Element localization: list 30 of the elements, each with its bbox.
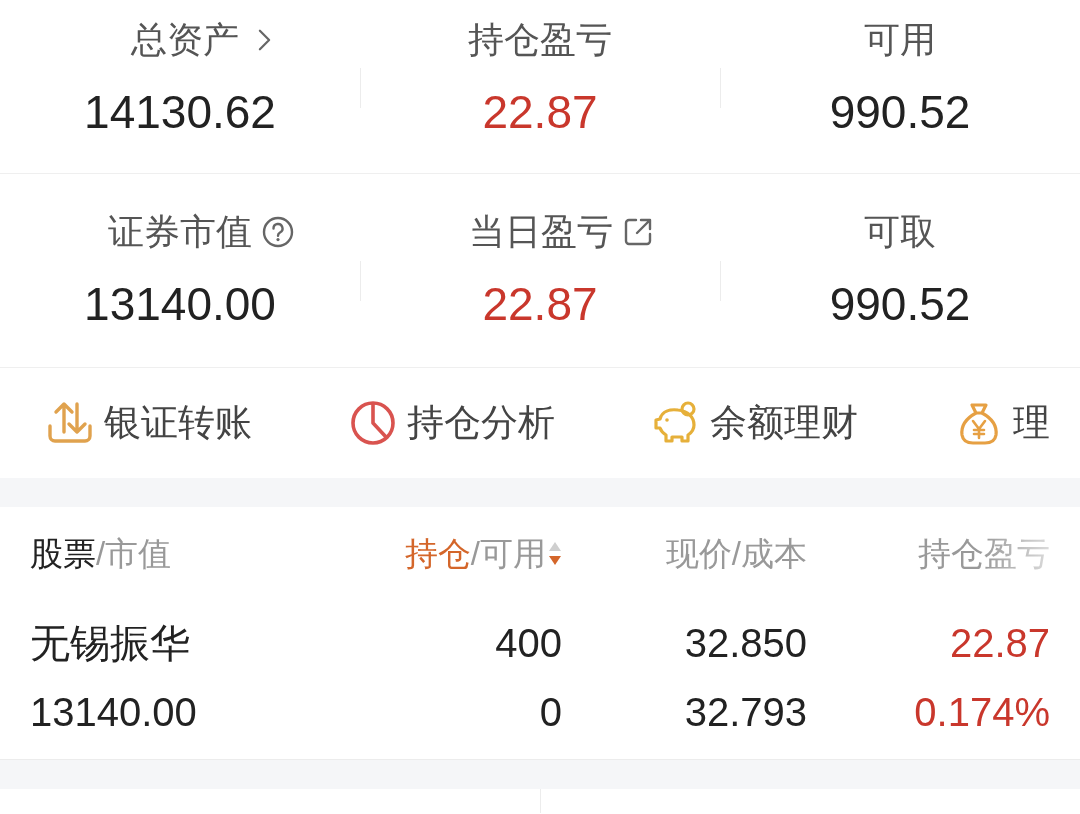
table-cell-text: 0 [539,689,562,736]
summary-label: 持仓盈亏 [468,18,612,62]
summary-label: 当日盈亏 [469,210,613,254]
quick-action-button[interactable]: 理 [955,398,1050,448]
table-cell-text: 32.850 [684,620,807,667]
table-cell-text: 13140.00 [30,689,197,736]
summary-label: 总资产 [130,18,239,62]
summary-value: 990.52 [829,277,971,332]
chevron-right-icon[interactable] [256,28,272,52]
table-cell-text: 32.793 [684,689,807,736]
help-icon[interactable] [262,216,294,248]
table-cell-text: 无锡振华 [30,620,190,667]
column-header[interactable]: 持仓/可用 [330,531,562,576]
summary-value: 22.87 [482,85,598,140]
summary-label: 证券市值 [108,210,252,254]
quick-action-button[interactable]: 银证转账 [46,398,252,448]
quick-action-button[interactable]: 持仓分析 [349,398,555,448]
table-cell-text: 22.87 [949,620,1050,667]
external-link-icon[interactable] [623,217,653,247]
table-cell-text: 0.174% [914,689,1050,736]
summary-value: 990.52 [829,85,971,140]
summary-label: 可取 [864,210,936,254]
column-header[interactable]: 股票/市值 [30,531,330,576]
quick-action-button[interactable]: 余额理财 [652,398,858,448]
summary-value: 22.87 [482,277,598,332]
table-cell-text: 400 [495,620,562,667]
summary-value: 14130.62 [84,85,276,140]
pie-chart-icon [349,399,397,447]
summary-label: 可用 [864,18,936,62]
summary-value: 13140.00 [84,277,276,332]
